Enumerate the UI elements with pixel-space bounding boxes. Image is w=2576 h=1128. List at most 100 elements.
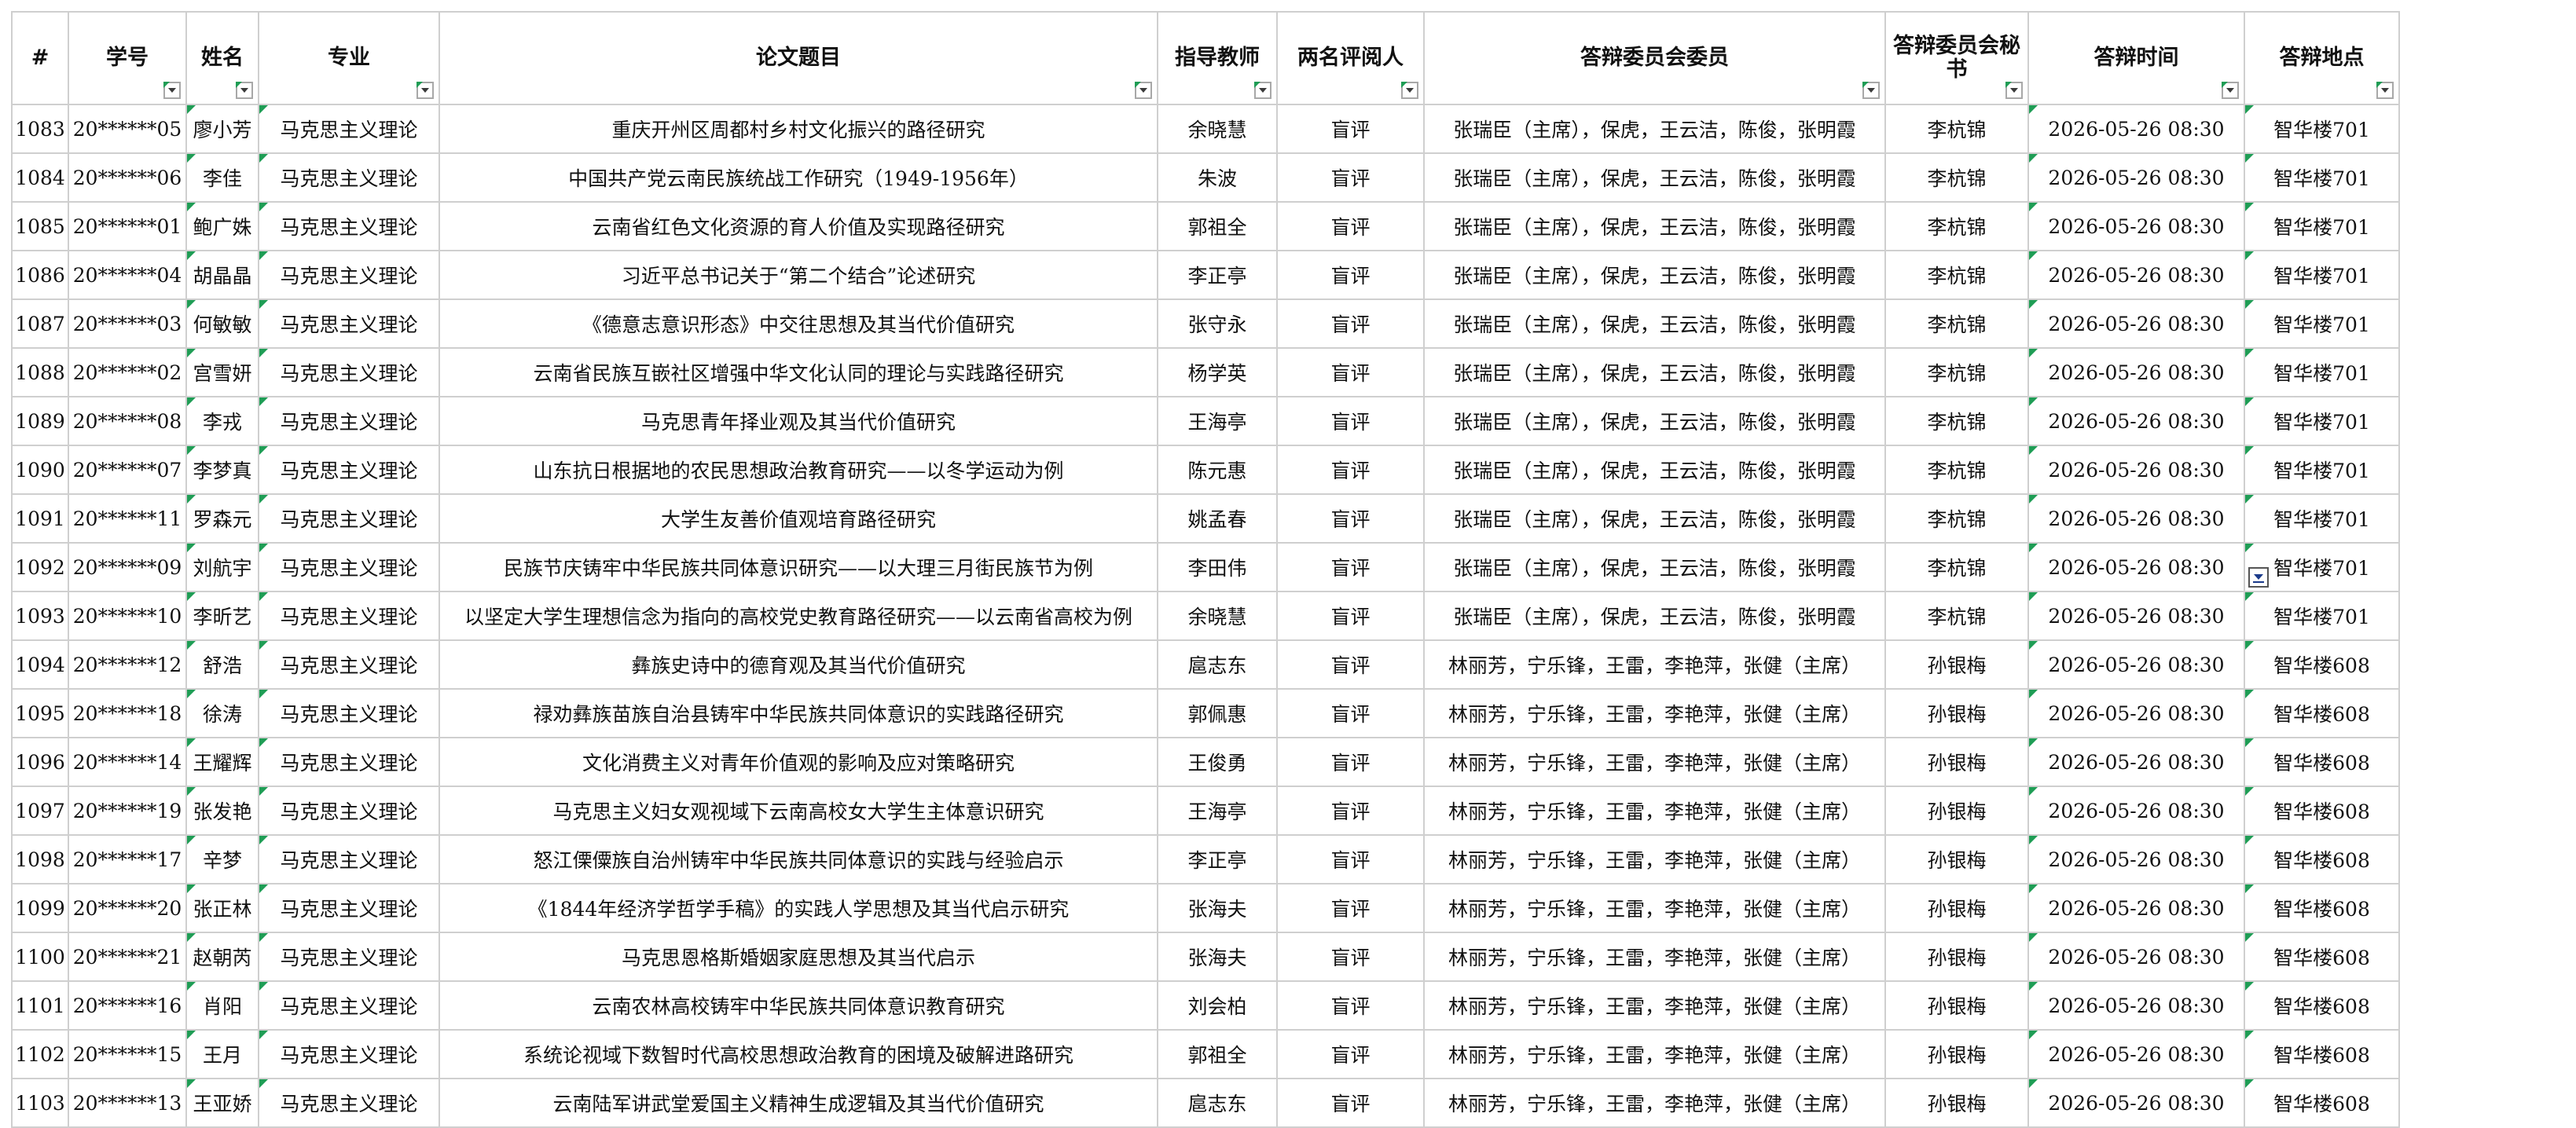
cell-major[interactable]: 马克思主义理论	[258, 639, 440, 690]
header-committee[interactable]: 答辩委员会委员	[1423, 11, 1886, 105]
cell-student-id[interactable]: 20******11	[68, 493, 187, 544]
cell-secretary[interactable]: 李杭锦	[1884, 396, 2029, 446]
cell-reviewers[interactable]: 盲评	[1276, 786, 1425, 836]
cell-name[interactable]: 赵朝芮	[185, 932, 259, 982]
cell-name[interactable]: 胡晶晶	[185, 250, 259, 300]
cell-advisor[interactable]: 王海亭	[1157, 396, 1278, 446]
cell-secretary[interactable]: 李杭锦	[1884, 347, 2029, 397]
cell-major[interactable]: 马克思主义理论	[258, 104, 440, 154]
cell-reviewers[interactable]: 盲评	[1276, 737, 1425, 787]
cell-student-id[interactable]: 20******18	[68, 688, 187, 738]
cell-name[interactable]: 王亚娇	[185, 1078, 259, 1128]
cell-reviewers[interactable]: 盲评	[1276, 883, 1425, 933]
cell-time[interactable]: 2026-05-26 08:30	[2027, 445, 2245, 495]
cell-reviewers[interactable]: 盲评	[1276, 980, 1425, 1031]
cell-reviewers[interactable]: 盲评	[1276, 542, 1425, 592]
cell-student-id[interactable]: 20******14	[68, 737, 187, 787]
header-reviewers[interactable]: 两名评阅人	[1276, 11, 1425, 105]
cell-major[interactable]: 马克思主义理论	[258, 591, 440, 641]
cell-major[interactable]: 马克思主义理论	[258, 1029, 440, 1079]
cell-name[interactable]: 舒浩	[185, 639, 259, 690]
cell-advisor[interactable]: 扈志东	[1157, 1078, 1278, 1128]
cell-name[interactable]: 李戎	[185, 396, 259, 446]
header-time[interactable]: 答辩时间	[2027, 11, 2245, 105]
cell-name[interactable]: 肖阳	[185, 980, 259, 1031]
cell-num[interactable]: 1101	[11, 980, 69, 1031]
cell-committee[interactable]: 林丽芳，宁乐锋，王雷，李艳萍，张健（主席）	[1423, 980, 1886, 1031]
cell-time[interactable]: 2026-05-26 08:30	[2027, 493, 2245, 544]
cell-student-id[interactable]: 20******19	[68, 786, 187, 836]
cell-num[interactable]: 1103	[11, 1078, 69, 1128]
cell-title[interactable]: 云南省红色文化资源的育人价值及实现路径研究	[439, 201, 1158, 251]
cell-title[interactable]: 云南农林高校铸牢中华民族共同体意识教育研究	[439, 980, 1158, 1031]
cell-advisor[interactable]: 郭祖全	[1157, 1029, 1278, 1079]
cell-secretary[interactable]: 孙银梅	[1884, 1029, 2029, 1079]
cell-reviewers[interactable]: 盲评	[1276, 201, 1425, 251]
cell-title[interactable]: 马克思青年择业观及其当代价值研究	[439, 396, 1158, 446]
header-secretary[interactable]: 答辩委员会秘书	[1884, 11, 2029, 105]
cell-reviewers[interactable]: 盲评	[1276, 347, 1425, 397]
cell-advisor[interactable]: 余晓慧	[1157, 104, 1278, 154]
cell-title[interactable]: 马克思恩格斯婚姻家庭思想及其当代启示	[439, 932, 1158, 982]
filter-dropdown-icon[interactable]	[2222, 82, 2239, 99]
cell-advisor[interactable]: 杨学英	[1157, 347, 1278, 397]
cell-time[interactable]: 2026-05-26 08:30	[2027, 104, 2245, 154]
cell-location[interactable]: 智华楼701	[2244, 152, 2400, 203]
cell-advisor[interactable]: 王海亭	[1157, 786, 1278, 836]
cell-location[interactable]: 智华楼608	[2244, 688, 2400, 738]
cell-committee[interactable]: 张瑞臣（主席），保虎，王云洁，陈俊，张明霞	[1423, 250, 1886, 300]
cell-time[interactable]: 2026-05-26 08:30	[2027, 347, 2245, 397]
cell-location[interactable]: 智华楼608	[2244, 639, 2400, 690]
cell-student-id[interactable]: 20******20	[68, 883, 187, 933]
cell-num[interactable]: 1102	[11, 1029, 69, 1079]
header-advisor[interactable]: 指导教师	[1157, 11, 1278, 105]
cell-location[interactable]: 智华楼701	[2244, 104, 2400, 154]
cell-reviewers[interactable]: 盲评	[1276, 493, 1425, 544]
cell-time[interactable]: 2026-05-26 08:30	[2027, 298, 2245, 349]
cell-title[interactable]: 云南省民族互嵌社区增强中华文化认同的理论与实践路径研究	[439, 347, 1158, 397]
cell-advisor[interactable]: 张守永	[1157, 298, 1278, 349]
cell-major[interactable]: 马克思主义理论	[258, 737, 440, 787]
cell-student-id[interactable]: 20******10	[68, 591, 187, 641]
cell-reviewers[interactable]: 盲评	[1276, 152, 1425, 203]
cell-advisor[interactable]: 刘会柏	[1157, 980, 1278, 1031]
cell-committee[interactable]: 张瑞臣（主席），保虎，王云洁，陈俊，张明霞	[1423, 104, 1886, 154]
cell-time[interactable]: 2026-05-26 08:30	[2027, 688, 2245, 738]
cell-location[interactable]: 智华楼701	[2244, 591, 2400, 641]
cell-major[interactable]: 马克思主义理论	[258, 201, 440, 251]
filter-dropdown-icon[interactable]	[2005, 82, 2023, 99]
cell-location[interactable]: 智华楼608	[2244, 883, 2400, 933]
cell-committee[interactable]: 林丽芳，宁乐锋，王雷，李艳萍，张健（主席）	[1423, 834, 1886, 884]
cell-committee[interactable]: 林丽芳，宁乐锋，王雷，李艳萍，张健（主席）	[1423, 1029, 1886, 1079]
cell-secretary[interactable]: 李杭锦	[1884, 445, 2029, 495]
cell-committee[interactable]: 林丽芳，宁乐锋，王雷，李艳萍，张健（主席）	[1423, 786, 1886, 836]
header-title[interactable]: 论文题目	[439, 11, 1158, 105]
cell-student-id[interactable]: 20******06	[68, 152, 187, 203]
cell-title[interactable]: 马克思主义妇女观视域下云南高校女大学生主体意识研究	[439, 786, 1158, 836]
cell-advisor[interactable]: 张海夫	[1157, 883, 1278, 933]
cell-name[interactable]: 李昕艺	[185, 591, 259, 641]
cell-major[interactable]: 马克思主义理论	[258, 152, 440, 203]
dropdown-arrow-icon[interactable]	[2248, 567, 2269, 588]
cell-student-id[interactable]: 20******07	[68, 445, 187, 495]
cell-reviewers[interactable]: 盲评	[1276, 688, 1425, 738]
cell-major[interactable]: 马克思主义理论	[258, 493, 440, 544]
cell-name[interactable]: 刘航宇	[185, 542, 259, 592]
cell-location[interactable]: 智华楼701	[2244, 445, 2400, 495]
cell-major[interactable]: 马克思主义理论	[258, 786, 440, 836]
cell-student-id[interactable]: 20******08	[68, 396, 187, 446]
cell-advisor[interactable]: 陈元惠	[1157, 445, 1278, 495]
cell-name[interactable]: 宫雪妍	[185, 347, 259, 397]
filter-dropdown-icon[interactable]	[236, 82, 253, 99]
cell-reviewers[interactable]: 盲评	[1276, 639, 1425, 690]
filter-dropdown-icon[interactable]	[2376, 82, 2394, 99]
cell-major[interactable]: 马克思主义理论	[258, 834, 440, 884]
cell-location[interactable]: 智华楼701	[2244, 298, 2400, 349]
cell-name[interactable]: 王月	[185, 1029, 259, 1079]
cell-secretary[interactable]: 李杭锦	[1884, 250, 2029, 300]
cell-num[interactable]: 1091	[11, 493, 69, 544]
cell-num[interactable]: 1097	[11, 786, 69, 836]
filter-dropdown-icon[interactable]	[1254, 82, 1271, 99]
cell-time[interactable]: 2026-05-26 08:30	[2027, 396, 2245, 446]
cell-reviewers[interactable]: 盲评	[1276, 250, 1425, 300]
